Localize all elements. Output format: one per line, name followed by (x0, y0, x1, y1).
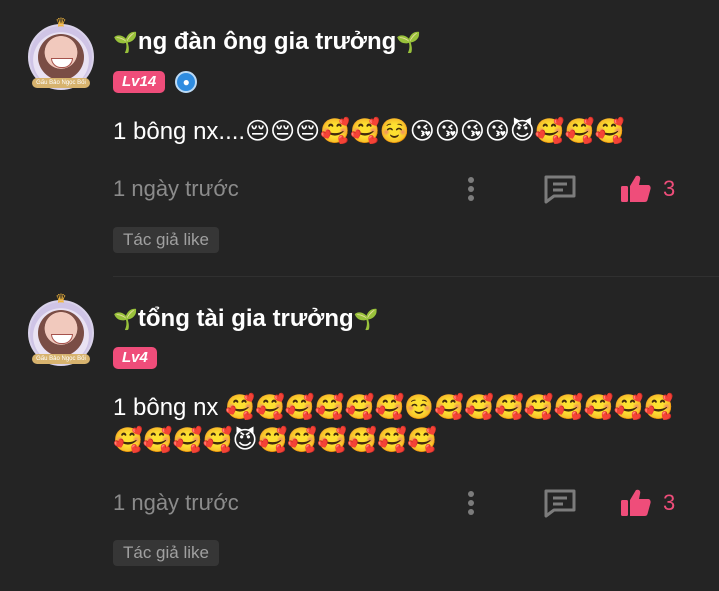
crown-icon: ♛ (55, 291, 67, 306)
avatar-photo (38, 34, 84, 80)
sprout-icon: 🌱 (396, 32, 422, 54)
avatar[interactable]: ♛ Gấu Bảo Ngọc Bối (26, 15, 100, 94)
username-text: tổng tài gia trưởng (137, 305, 354, 332)
more-options-icon[interactable] (461, 174, 481, 204)
crown-icon: ♛ (55, 15, 67, 30)
comment-text: 1 bông nx....😔😔😔🥰🥰☺️😘😘😘😘😈🥰🥰🥰 (113, 118, 625, 145)
author-like-badge: Tác giả like (113, 540, 219, 566)
user-badges: Lv14 ● (113, 70, 198, 94)
avatar[interactable]: ♛ Gấu Bảo Ngọc Bối (26, 291, 100, 370)
verified-drop-icon: ● (175, 71, 198, 93)
comment-actions: 1 ngày trước 3 (113, 174, 683, 204)
more-options-icon[interactable] (461, 488, 481, 518)
user-badges: Lv4 (113, 346, 157, 370)
thumbs-up-icon (621, 175, 651, 202)
author-like-badge: Tác giả like (113, 227, 219, 253)
comment-divider (113, 276, 719, 277)
like-count: 3 (663, 490, 676, 515)
username[interactable]: 🌱ng đàn ông gia trưởng🌱 (113, 28, 421, 56)
thumbs-up-icon (621, 489, 651, 516)
timestamp: 1 ngày trước (113, 176, 239, 201)
avatar-photo (38, 310, 84, 356)
level-badge: Lv4 (113, 347, 157, 369)
like-button[interactable]: 3 (619, 488, 679, 518)
level-badge: Lv14 (113, 71, 166, 93)
reply-icon[interactable] (543, 488, 579, 518)
sprout-icon: 🌱 (113, 309, 138, 331)
comment-actions: 1 ngày trước 3 (113, 488, 683, 518)
avatar-frame-tag: Gấu Bảo Ngọc Bối (32, 354, 90, 364)
avatar-frame-tag: Gấu Bảo Ngọc Bối (32, 78, 90, 88)
comment-text: 1 bông nx 🥰🥰🥰🥰🥰🥰☺️🥰🥰🥰🥰🥰🥰🥰🥰🥰🥰🥰🥰😈🥰🥰🥰🥰🥰🥰 (113, 394, 674, 454)
username[interactable]: 🌱tổng tài gia trưởng🌱 (113, 305, 379, 333)
like-button[interactable]: 3 (619, 174, 679, 204)
reply-icon[interactable] (543, 174, 579, 204)
like-count: 3 (663, 176, 676, 201)
timestamp: 1 ngày trước (113, 490, 239, 515)
sprout-icon: 🌱 (353, 309, 379, 331)
sprout-icon: 🌱 (113, 32, 138, 54)
username-text: ng đàn ông gia trưởng (137, 28, 397, 55)
